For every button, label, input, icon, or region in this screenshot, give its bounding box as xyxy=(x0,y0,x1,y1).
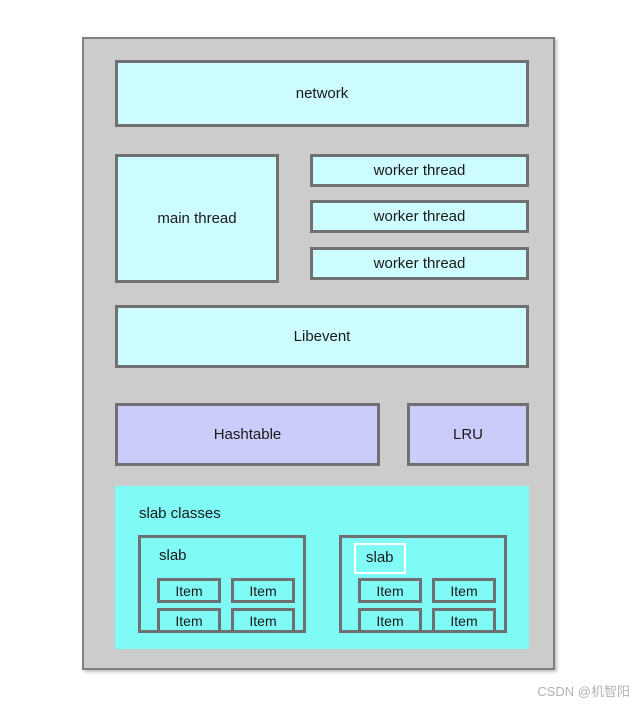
item-label: Item xyxy=(175,582,203,599)
slab-group-1: slab Item Item Item Item xyxy=(138,535,306,633)
worker-thread-box-3: worker thread xyxy=(310,247,529,280)
item-box: Item xyxy=(231,608,295,633)
network-label: network xyxy=(295,85,349,102)
item-label: Item xyxy=(175,612,203,629)
item-box: Item xyxy=(231,578,295,603)
item-label: Item xyxy=(450,582,478,599)
lru-label: LRU xyxy=(452,426,483,443)
lru-box: LRU xyxy=(407,403,529,466)
item-label: Item xyxy=(450,612,478,629)
item-box: Item xyxy=(358,578,422,603)
slab-label-2: slab xyxy=(354,543,406,574)
slab-classes-label: slab classes xyxy=(139,505,221,522)
item-label: Item xyxy=(249,612,277,629)
item-box: Item xyxy=(157,608,221,633)
worker-thread-label-2: worker thread xyxy=(373,208,466,225)
diagram-outer-frame: network main thread worker thread worker… xyxy=(82,37,555,670)
item-box: Item xyxy=(432,578,496,603)
item-label: Item xyxy=(249,582,277,599)
network-box: network xyxy=(115,60,529,127)
main-thread-box: main thread xyxy=(115,154,279,283)
slab-label-1: slab xyxy=(159,547,187,564)
hashtable-box: Hashtable xyxy=(115,403,380,466)
item-label: Item xyxy=(376,612,404,629)
main-thread-label: main thread xyxy=(157,210,237,227)
worker-thread-box-1: worker thread xyxy=(310,154,529,187)
libevent-label: Libevent xyxy=(293,328,351,345)
item-label: Item xyxy=(376,582,404,599)
worker-thread-label-3: worker thread xyxy=(373,255,466,272)
libevent-box: Libevent xyxy=(115,305,529,368)
worker-thread-label-1: worker thread xyxy=(373,162,466,179)
hashtable-label: Hashtable xyxy=(213,426,282,443)
item-box: Item xyxy=(358,608,422,633)
slab-group-2: slab Item Item Item Item xyxy=(339,535,507,633)
slab-classes-container: slab classes slab Item Item Item Item sl… xyxy=(115,486,529,649)
item-box: Item xyxy=(432,608,496,633)
item-box: Item xyxy=(157,578,221,603)
worker-thread-box-2: worker thread xyxy=(310,200,529,233)
csdn-watermark: CSDN @机智阳 xyxy=(537,684,630,699)
